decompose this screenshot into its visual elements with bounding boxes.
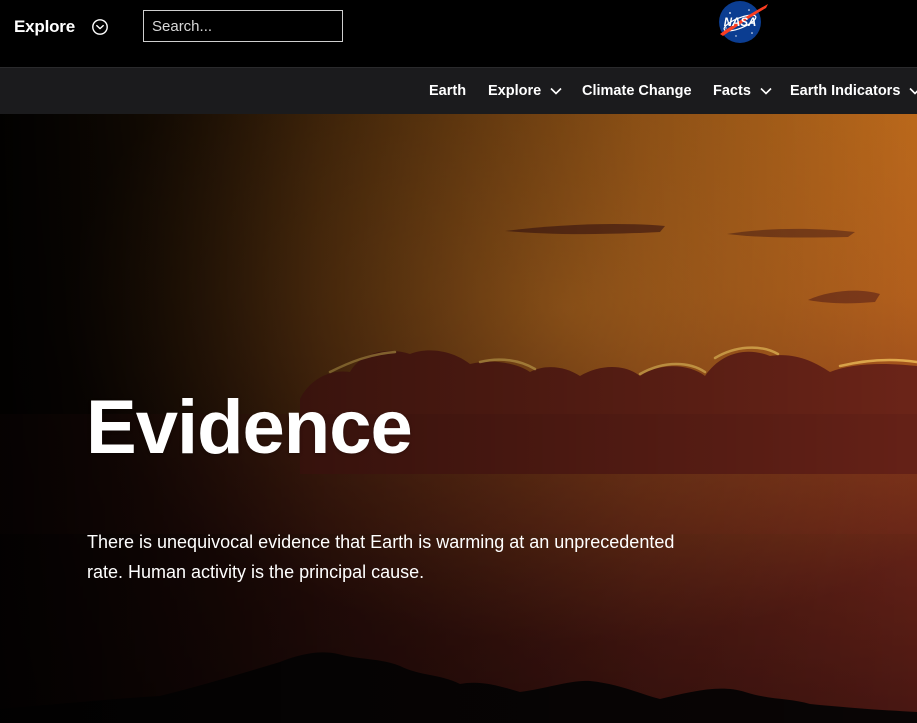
hero-description: There is unequivocal evidence that Earth…	[87, 532, 675, 582]
chevron-down-icon	[909, 87, 917, 95]
page-title: Evidence	[86, 385, 413, 470]
nav-item-facts[interactable]: Facts	[713, 68, 772, 114]
nav-item-label: Facts	[713, 83, 751, 99]
nav-item-label: Explore	[488, 83, 542, 99]
nav-item-climate-change[interactable]: Climate Change	[582, 68, 692, 114]
main-nav: Earth Explore Climate Change Facts Earth…	[0, 67, 917, 114]
nasa-logo-text: NASA	[724, 17, 757, 29]
nav-item-earth[interactable]: Earth	[429, 68, 466, 114]
nav-item-label: Earth	[429, 83, 467, 99]
nav-item-label: Earth Indicators	[790, 83, 901, 99]
explore-menu-toggle[interactable]: Explore	[14, 13, 109, 41]
nav-item-label: Climate Change	[582, 83, 692, 99]
chevron-down-icon	[550, 87, 562, 95]
search-input[interactable]	[143, 10, 343, 42]
nav-item-earth-indicators[interactable]: Earth Indicators	[790, 68, 917, 114]
top-bar: Explore NASA	[0, 0, 917, 67]
chevron-down-icon	[760, 87, 772, 95]
nav-item-explore[interactable]: Explore	[488, 68, 562, 114]
explore-label: Explore	[14, 17, 75, 36]
nasa-logo[interactable]: NASA	[716, 0, 770, 46]
hero-banner: Evidence There is unequivocal evidence t…	[0, 114, 917, 723]
chevron-circle-down-icon	[91, 18, 109, 36]
